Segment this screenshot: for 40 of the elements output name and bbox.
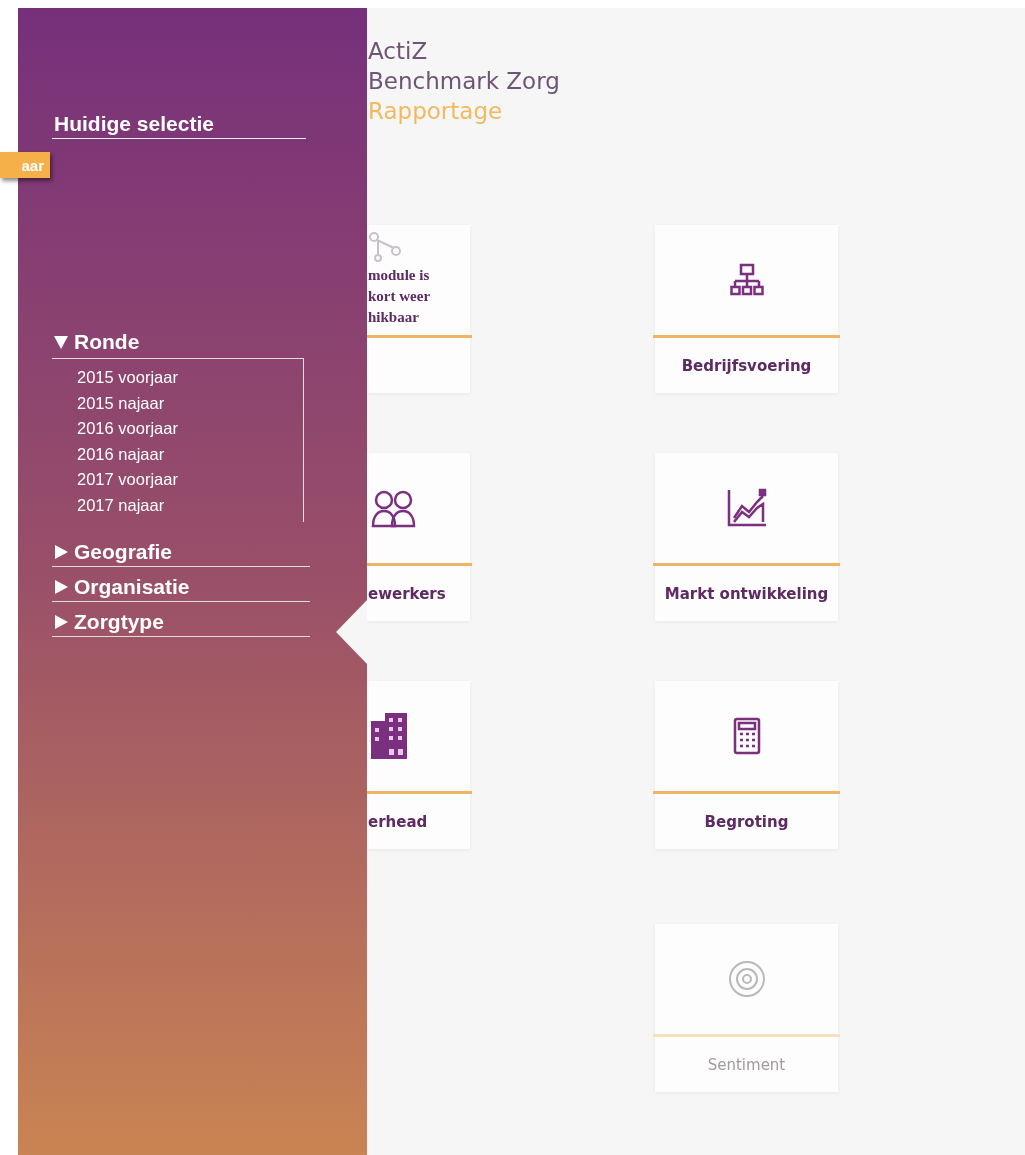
org-chart-icon (729, 263, 764, 297)
line-chart-icon (725, 488, 768, 528)
module-title: erhead (368, 811, 428, 833)
collapsed-triangle-icon (54, 580, 68, 594)
filter-option[interactable]: 2016 voorjaar (77, 416, 303, 442)
module-title: Markt ontwikkeling (664, 583, 829, 605)
module-card[interactable]: Begroting (655, 681, 838, 849)
target-icon (727, 960, 766, 998)
badge: aar (0, 152, 50, 178)
module-card[interactable]: Markt ontwikkeling (655, 453, 838, 621)
filter-header[interactable]: Zorgtype (52, 608, 310, 637)
logo-text: Benchmark Zorg (368, 67, 560, 96)
logo-subtitle: Rapportage (368, 97, 504, 126)
module-title: Sentiment (707, 1054, 786, 1076)
filter-option[interactable]: 2017 voorjaar (77, 467, 303, 493)
module-card[interactable]: Bedrijfsvoering (655, 225, 838, 393)
sidebar-heading: Huidige selectie (52, 112, 306, 139)
filter-header[interactable]: Organisatie (52, 573, 310, 602)
logo-text: ActiZ (368, 37, 429, 66)
module-title: Bedrijfsvoering (681, 355, 812, 377)
filter-option[interactable]: 2015 najaar (77, 390, 303, 416)
filter-header[interactable]: Geografie (52, 538, 310, 567)
module-title: ewerkers (368, 583, 446, 605)
expanded-triangle-icon (54, 335, 68, 349)
collapsed-triangle-icon (54, 545, 68, 559)
filter-option[interactable]: 2015 voorjaar (77, 365, 303, 391)
people-icon (371, 488, 417, 528)
filter-header[interactable]: Ronde (52, 326, 304, 359)
unavailable-notice: module is kort weer hikbaar (368, 266, 431, 327)
module-card[interactable]: ewerkers (367, 453, 470, 621)
building-icon (371, 713, 407, 759)
network-icon (368, 231, 404, 263)
module-card[interactable]: erhead (367, 681, 470, 849)
collapsed-triangle-icon (54, 615, 68, 629)
module-card[interactable]: module is kort weer hikbaar (367, 225, 470, 393)
filter-option[interactable]: 2017 najaar (77, 492, 303, 518)
notch-pointer (336, 600, 367, 664)
filter-option[interactable]: 2016 najaar (77, 441, 303, 467)
calculator-icon (732, 717, 761, 755)
module-title: Begroting (704, 811, 789, 833)
